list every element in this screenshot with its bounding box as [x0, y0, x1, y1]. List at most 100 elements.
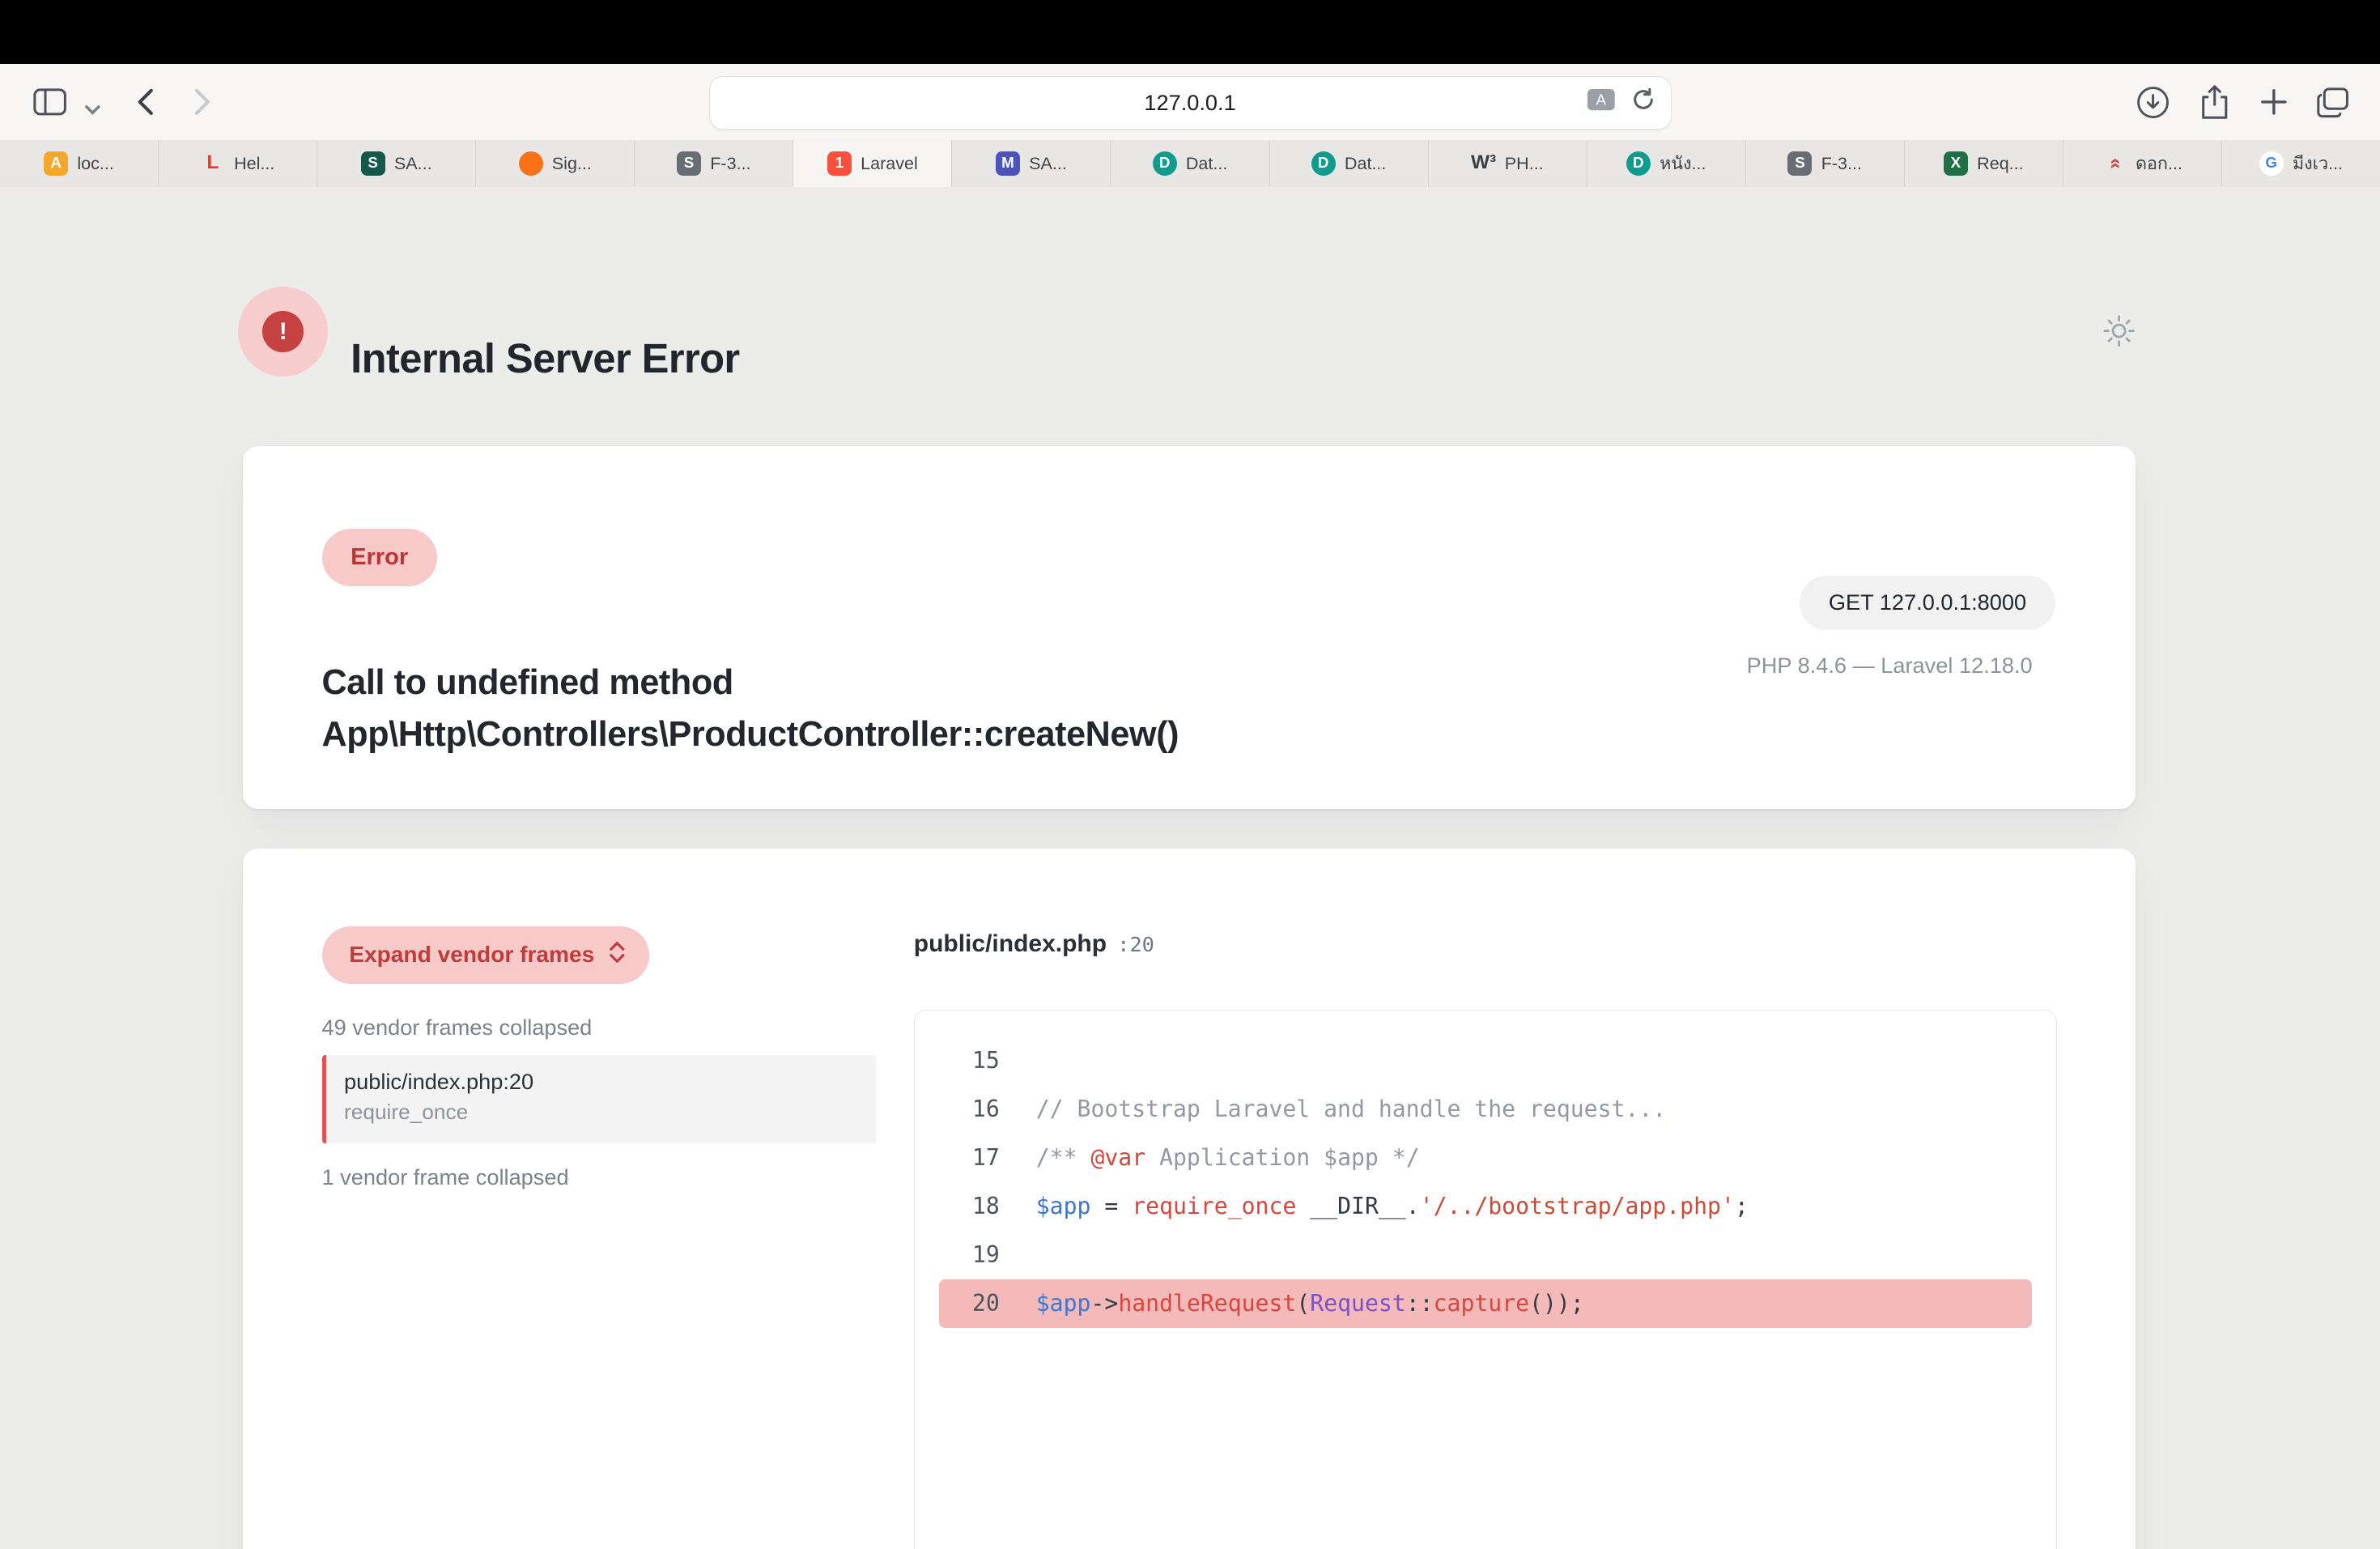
line-content: $app = require_once __DIR__.'/../bootstr… — [1036, 1182, 1749, 1231]
tab-label: Laravel — [861, 153, 918, 174]
tab-label: มีงเว... — [2293, 150, 2343, 177]
forward-icon — [194, 88, 211, 121]
browser-tab[interactable]: D Dat... — [1270, 140, 1429, 187]
url-text: 127.0.0.1 — [1144, 90, 1235, 116]
laravel-favicon-icon: 1 — [827, 151, 852, 176]
expand-vendor-frames-button[interactable]: Expand vendor frames — [322, 926, 649, 984]
laravel-error-page: ! Internal Server Error Error GET 127.0.… — [0, 187, 2380, 1549]
blue-m-app-icon: M — [996, 151, 1020, 176]
code-file-heading: public/index.php :20 — [914, 930, 1154, 958]
theme-toggle-button[interactable] — [2102, 314, 2136, 347]
chevrons-updown-icon — [608, 940, 627, 970]
browser-tab[interactable]: Sig... — [476, 140, 635, 187]
tab-label: Hel... — [234, 153, 274, 174]
browser-tab[interactable]: X Req... — [1905, 140, 2063, 187]
browser-tab[interactable]: S SA... — [317, 140, 476, 187]
svg-text:A: A — [1596, 91, 1607, 108]
tab-label: F-3... — [710, 153, 750, 174]
code-line: 15 — [939, 1036, 2032, 1085]
red-chevrons-icon: » — [2102, 151, 2127, 176]
frame-location: public/index.php:20 — [344, 1069, 876, 1095]
teal-app-icon: D — [1626, 151, 1651, 176]
gray-s-app-icon: S — [1787, 151, 1812, 176]
orange-dot-icon — [519, 151, 543, 176]
browser-tab[interactable]: W³ PH... — [1429, 140, 1587, 187]
reload-icon[interactable] — [1631, 87, 1655, 118]
gray-s-app-icon: S — [677, 151, 701, 176]
request-badge: GET 127.0.0.1:8000 — [1800, 576, 2055, 631]
code-line: 16 // Bootstrap Laravel and handle the r… — [939, 1085, 2032, 1134]
error-summary-card: Error GET 127.0.0.1:8000 PHP 8.4.6 — Lar… — [243, 446, 2136, 809]
browser-window: 127.0.0.1 A — [0, 0, 2380, 1549]
tab-label: Dat... — [1345, 153, 1387, 174]
macos-menubar — [0, 0, 2380, 64]
phpmyadmin-icon: A — [44, 151, 68, 176]
sidebar-menu-button[interactable] — [85, 97, 100, 121]
code-snippet: 15 16 // Bootstrap Laravel and handle th… — [914, 1010, 2057, 1549]
tab-label: Sig... — [552, 153, 592, 174]
stack-trace-card: Expand vendor frames 49 vendor frames co… — [243, 849, 2136, 1548]
tabs-overview-icon — [2316, 87, 2349, 124]
share-button[interactable] — [2199, 83, 2230, 127]
code-line: 17 /** @var Application $app */ — [939, 1134, 2032, 1182]
tab-label: loc... — [77, 153, 114, 174]
chevron-down-icon — [85, 97, 100, 121]
line-content: // Bootstrap Laravel and handle the requ… — [1036, 1085, 1666, 1134]
tab-overview-button[interactable] — [2316, 87, 2349, 124]
code-lines: 15 16 // Bootstrap Laravel and handle th… — [915, 1036, 2056, 1328]
page-title: Internal Server Error — [351, 333, 739, 385]
share-icon — [2199, 83, 2230, 127]
browser-tab[interactable]: S F-3... — [635, 140, 793, 187]
vendor-frames-collapsed-above: 49 vendor frames collapsed — [322, 1015, 593, 1040]
tab-label: Dat... — [1186, 153, 1228, 174]
line-number: 17 — [939, 1134, 1000, 1182]
code-line: 19 — [939, 1231, 2032, 1279]
browser-toolbar: 127.0.0.1 A — [0, 64, 2380, 141]
browser-tab[interactable]: G มีงเว... — [2222, 140, 2380, 187]
browser-tab[interactable]: M SA... — [952, 140, 1111, 187]
error-type-badge: Error — [322, 529, 437, 586]
error-message: Call to undefined method App\Http\Contro… — [322, 657, 1507, 761]
line-number: 16 — [939, 1085, 1000, 1134]
expand-vendor-frames-label: Expand vendor frames — [349, 942, 594, 968]
code-file-line: :20 — [1117, 933, 1154, 956]
forward-button[interactable] — [194, 88, 211, 121]
line-number: 15 — [939, 1036, 1000, 1085]
vendor-frames-collapsed-below: 1 vendor frame collapsed — [322, 1164, 569, 1190]
tab-label: F-3... — [1821, 153, 1862, 174]
green-s-app-icon: S — [361, 151, 385, 176]
sidebar-toggle-button[interactable] — [33, 88, 66, 121]
tab-bar: A loc... L Hel... S SA... Sig... S F-3..… — [0, 140, 2380, 188]
downloads-button[interactable] — [2136, 85, 2170, 126]
new-tab-button[interactable] — [2260, 88, 2288, 121]
error-alert-badge: ! — [238, 287, 328, 377]
sidebar-toggle-icon — [33, 88, 66, 121]
stack-frame-item[interactable]: public/index.php:20 require_once — [322, 1055, 876, 1143]
code-file-name: public/index.php — [914, 930, 1107, 958]
browser-tab[interactable]: S F-3... — [1746, 140, 1905, 187]
version-info: PHP 8.4.6 — Laravel 12.18.0 — [1747, 653, 2033, 679]
line-number: 20 — [939, 1279, 1000, 1328]
back-button[interactable] — [137, 88, 154, 121]
translate-icon[interactable]: A — [1587, 88, 1616, 117]
browser-tab[interactable]: A loc... — [0, 140, 159, 187]
address-bar[interactable]: 127.0.0.1 A — [709, 76, 1672, 130]
line-content: $app->handleRequest(Request::capture()); — [1036, 1279, 1584, 1328]
browser-tab[interactable]: D หนัง... — [1587, 140, 1746, 187]
tab-label: Req... — [1977, 153, 2024, 174]
w3schools-icon: W³ — [1472, 151, 1496, 176]
back-icon — [137, 88, 154, 121]
browser-tab[interactable]: L Hel... — [159, 140, 317, 187]
line-number: 19 — [939, 1231, 1000, 1279]
tab-label: หนัง... — [1660, 150, 1706, 177]
download-icon — [2136, 85, 2170, 126]
teal-app-icon: D — [1311, 151, 1336, 176]
code-line: 18 $app = require_once __DIR__.'/../boot… — [939, 1182, 2032, 1231]
browser-tab[interactable]: 1 Laravel — [793, 140, 952, 187]
alert-circle-icon: ! — [262, 311, 304, 352]
code-line: 20 $app->handleRequest(Request::capture(… — [939, 1279, 2032, 1328]
google-icon: G — [2259, 151, 2284, 176]
browser-tab[interactable]: D Dat... — [1111, 140, 1269, 187]
tab-label: SA... — [1029, 153, 1067, 174]
browser-tab[interactable]: » ดอก... — [2063, 140, 2222, 187]
